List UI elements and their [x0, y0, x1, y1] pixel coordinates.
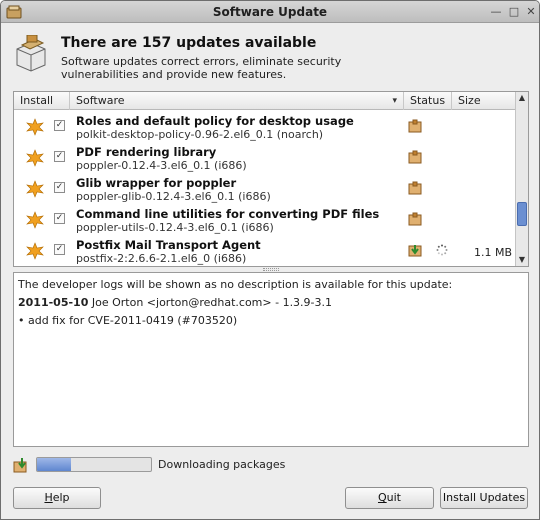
list-item[interactable]: ✓ Command line utilities for converting …	[14, 204, 516, 235]
package-status-icon	[408, 119, 422, 133]
changelog-date: 2011-05-10	[18, 296, 89, 309]
list-item[interactable]: ✓ Roles and default policy for desktop u…	[14, 111, 516, 142]
list-item[interactable]: ✓ Postfix Mail Transport Agent postfix-2…	[14, 235, 516, 266]
update-star-icon	[26, 118, 44, 136]
sort-chevron-icon: ▾	[392, 96, 397, 106]
update-star-icon	[26, 180, 44, 198]
spinner-icon	[436, 244, 448, 256]
software-update-icon	[16, 35, 46, 72]
quit-button[interactable]: Quit	[345, 487, 434, 509]
column-software-label: Software	[76, 94, 125, 107]
list-scrollbar[interactable]: ▲ ▼	[515, 92, 528, 266]
list-item[interactable]: ✓ Glib wrapper for poppler poppler-glib-…	[14, 173, 516, 204]
window-title: Software Update	[212, 5, 328, 19]
package-version: postfix-2:2.6.6-2.1.el6_0 (i686)	[76, 252, 247, 265]
package-version: polkit-desktop-policy-0.96-2.el6_0.1 (no…	[76, 128, 324, 141]
package-version: poppler-glib-0.12.4-3.el6_0.1 (i686)	[76, 190, 271, 203]
header-description: Software updates correct errors, elimina…	[61, 55, 342, 81]
package-name: Postfix Mail Transport Agent	[76, 238, 261, 252]
package-name: PDF rendering library	[76, 145, 217, 159]
progress-fill	[37, 458, 72, 471]
close-button[interactable]: ✕	[524, 5, 538, 19]
column-install[interactable]: Install	[14, 92, 70, 110]
changelog-author: Joe Orton <jorton@redhat.com> - 1.3.9-3.…	[88, 296, 333, 309]
update-star-icon	[26, 149, 44, 167]
update-star-icon	[26, 211, 44, 229]
install-checkbox[interactable]: ✓	[54, 244, 65, 255]
minimize-button[interactable]: —	[489, 5, 503, 19]
quit-mnemonic: Q	[377, 491, 387, 504]
package-status-icon	[408, 181, 422, 195]
pane-splitter-handle[interactable]	[263, 268, 279, 271]
progress-label: Downloading packages	[158, 458, 286, 471]
update-star-icon	[26, 242, 44, 260]
install-checkbox[interactable]: ✓	[54, 213, 65, 224]
update-details-pane: The developer logs will be shown as no d…	[13, 272, 529, 447]
changelog-bullet: • add fix for CVE-2011-0419 (#703520)	[18, 314, 238, 327]
package-name: Glib wrapper for poppler	[76, 176, 237, 190]
package-status-icon	[408, 212, 422, 226]
details-intro: The developer logs will be shown as no d…	[18, 278, 453, 291]
scroll-up-arrow-icon[interactable]: ▲	[516, 92, 528, 104]
install-checkbox[interactable]: ✓	[54, 182, 65, 193]
package-status-icon	[408, 150, 422, 164]
column-software[interactable]: Software ▾	[70, 92, 404, 110]
package-version: poppler-0.12.4-3.el6_0.1 (i686)	[76, 159, 247, 172]
package-size: 1.1 MB	[473, 246, 512, 259]
column-size[interactable]: Size	[452, 92, 516, 110]
package-name: Roles and default policy for desktop usa…	[76, 114, 354, 128]
install-checkbox[interactable]: ✓	[54, 120, 65, 131]
help-label: elp	[52, 491, 70, 504]
help-mnemonic: H	[44, 491, 53, 504]
package-version: poppler-utils-0.12.4-3.el6_0.1 (i686)	[76, 221, 274, 234]
list-header: Install Software ▾ Status Size	[14, 92, 516, 110]
software-update-window: Software Update — □ ✕ There are 157 upda…	[0, 0, 540, 520]
updates-list[interactable]: Install Software ▾ Status Size ✓ Roles a…	[13, 91, 529, 267]
column-status[interactable]: Status	[404, 92, 452, 110]
progress-area: Downloading packages	[13, 455, 529, 475]
quit-label: uit	[386, 491, 401, 504]
page-title: There are 157 updates available	[61, 35, 317, 51]
install-updates-button[interactable]: Install Updates	[440, 487, 528, 509]
maximize-button[interactable]: □	[507, 5, 521, 19]
titlebar[interactable]: Software Update — □ ✕	[1, 1, 539, 23]
help-button[interactable]: Help	[13, 487, 101, 509]
scrollbar-thumb[interactable]	[517, 202, 527, 226]
changelog-entry: 2011-05-10 Joe Orton <jorton@redhat.com>…	[18, 295, 524, 311]
scroll-down-arrow-icon[interactable]: ▼	[516, 254, 528, 266]
install-checkbox[interactable]: ✓	[54, 151, 65, 162]
list-rows: ✓ Roles and default policy for desktop u…	[14, 111, 516, 266]
download-progress-bar	[36, 457, 152, 472]
downloading-status-icon	[408, 245, 422, 257]
package-name: Command line utilities for converting PD…	[76, 207, 380, 221]
download-package-icon	[13, 458, 27, 473]
list-item[interactable]: ✓ PDF rendering library poppler-0.12.4-3…	[14, 142, 516, 173]
